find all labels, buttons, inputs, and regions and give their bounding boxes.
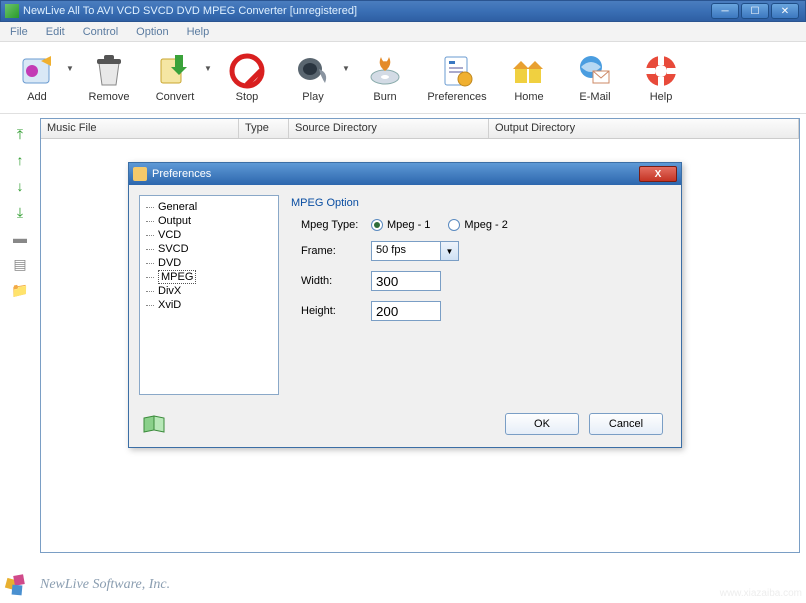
tree-dvd[interactable]: DVD <box>142 256 276 270</box>
tree-divx[interactable]: DivX <box>142 284 276 298</box>
toolbar-add-label: Add <box>27 91 47 103</box>
width-input[interactable] <box>371 271 441 291</box>
toolbar-add[interactable]: Add <box>6 53 68 103</box>
radio-mpeg1[interactable]: Mpeg - 1 <box>371 219 430 231</box>
toolbar-stop-label: Stop <box>236 91 259 103</box>
preferences-icon <box>439 53 475 89</box>
toolbar-remove[interactable]: Remove <box>78 53 140 103</box>
toolbar-help[interactable]: Help <box>630 53 692 103</box>
tree-vcd[interactable]: VCD <box>142 228 276 242</box>
ok-button[interactable]: OK <box>505 413 579 435</box>
cancel-button[interactable]: Cancel <box>589 413 663 435</box>
help-book-icon[interactable] <box>143 415 165 433</box>
convert-icon <box>157 53 193 89</box>
menu-option[interactable]: Option <box>130 24 174 40</box>
toolbar-preferences[interactable]: Preferences <box>420 53 494 103</box>
menu-edit[interactable]: Edit <box>40 24 71 40</box>
preferences-dialog: Preferences X General Output VCD SVCD DV… <box>128 162 682 448</box>
tree-general[interactable]: General <box>142 200 276 214</box>
maximize-button[interactable]: ☐ <box>741 3 769 19</box>
column-type[interactable]: Type <box>239 119 289 138</box>
move-bottom-icon[interactable]: ⤓ <box>12 204 28 220</box>
toolbar-home-label: Home <box>514 91 543 103</box>
toolbar-help-label: Help <box>650 91 673 103</box>
home-icon <box>511 53 547 89</box>
toolbar-remove-label: Remove <box>89 91 130 103</box>
menu-control[interactable]: Control <box>77 24 124 40</box>
dialog-icon <box>133 167 147 181</box>
column-music-file[interactable]: Music File <box>41 119 239 138</box>
email-icon <box>577 53 613 89</box>
company-name: NewLive Software, Inc. <box>40 577 170 593</box>
column-source-directory[interactable]: Source Directory <box>289 119 489 138</box>
mpeg-type-label: Mpeg Type: <box>291 219 371 231</box>
toolbar-home[interactable]: Home <box>498 53 560 103</box>
radio-mpeg2[interactable]: Mpeg - 2 <box>448 219 507 231</box>
dialog-close-button[interactable]: X <box>639 166 677 182</box>
move-top-icon[interactable]: ⤒ <box>12 126 28 142</box>
page-icon[interactable]: ▬ <box>12 230 28 246</box>
frame-combo[interactable]: 50 fps ▼ <box>371 241 459 261</box>
menu-file[interactable]: File <box>4 24 34 40</box>
play-icon <box>295 53 331 89</box>
radio-mpeg1-label: Mpeg - 1 <box>387 219 430 231</box>
footer: NewLive Software, Inc. <box>4 571 170 599</box>
app-icon <box>5 4 19 18</box>
stop-icon <box>229 53 265 89</box>
add-icon <box>19 53 55 89</box>
menu-help[interactable]: Help <box>181 24 216 40</box>
watermark: www.xiazaiba.com <box>720 588 802 599</box>
dropdown-icon[interactable]: ▼ <box>66 64 74 73</box>
window-title: NewLive All To AVI VCD SVCD DVD MPEG Con… <box>23 5 357 17</box>
toolbar-stop[interactable]: Stop <box>216 53 278 103</box>
height-input[interactable] <box>371 301 441 321</box>
menubar: File Edit Control Option Help <box>0 22 806 42</box>
group-title: MPEG Option <box>291 197 671 209</box>
toolbar-play-label: Play <box>302 91 323 103</box>
frame-label: Frame: <box>291 245 371 257</box>
radio-mpeg2-label: Mpeg - 2 <box>464 219 507 231</box>
dialog-title-text: Preferences <box>152 168 211 180</box>
toolbar-play[interactable]: Play <box>282 53 344 103</box>
preferences-panel: MPEG Option Mpeg Type: Mpeg - 1 Mpeg - 2… <box>291 195 671 399</box>
radio-icon <box>371 219 383 231</box>
toolbar-preferences-label: Preferences <box>427 91 486 103</box>
table-header: Music File Type Source Directory Output … <box>41 119 799 139</box>
close-button[interactable]: ✕ <box>771 3 799 19</box>
height-label: Height: <box>291 305 371 317</box>
folder-icon[interactable]: 📁 <box>12 282 28 298</box>
toolbar-burn[interactable]: Burn <box>354 53 416 103</box>
minimize-button[interactable]: ─ <box>711 3 739 19</box>
move-down-icon[interactable]: ↓ <box>12 178 28 194</box>
tree-mpeg[interactable]: MPEG <box>142 270 276 284</box>
side-toolbar: ⤒ ↑ ↓ ⤓ ▬ ▤ 📁 <box>6 126 34 298</box>
toolbar-convert[interactable]: Convert <box>144 53 206 103</box>
frame-value: 50 fps <box>372 242 440 260</box>
toolbar: Add ▼ Remove Convert ▼ Stop Play <box>0 42 806 114</box>
preferences-tree[interactable]: General Output VCD SVCD DVD MPEG DivX Xv… <box>139 195 279 395</box>
move-up-icon[interactable]: ↑ <box>12 152 28 168</box>
main-titlebar: NewLive All To AVI VCD SVCD DVD MPEG Con… <box>0 0 806 22</box>
radio-icon <box>448 219 460 231</box>
help-icon <box>643 53 679 89</box>
dropdown-icon[interactable]: ▼ <box>204 64 212 73</box>
dialog-titlebar: Preferences X <box>129 163 681 185</box>
dropdown-icon[interactable]: ▼ <box>342 64 350 73</box>
toolbar-burn-label: Burn <box>373 91 396 103</box>
chevron-down-icon[interactable]: ▼ <box>440 242 458 260</box>
tree-svcd[interactable]: SVCD <box>142 242 276 256</box>
remove-icon <box>91 53 127 89</box>
column-output-directory[interactable]: Output Directory <box>489 119 799 138</box>
toolbar-email-label: E-Mail <box>579 91 610 103</box>
document-icon[interactable]: ▤ <box>12 256 28 272</box>
company-logo-icon <box>4 571 32 599</box>
tree-xvid[interactable]: XviD <box>142 298 276 312</box>
burn-icon <box>367 53 403 89</box>
tree-output[interactable]: Output <box>142 214 276 228</box>
width-label: Width: <box>291 275 371 287</box>
toolbar-email[interactable]: E-Mail <box>564 53 626 103</box>
toolbar-convert-label: Convert <box>156 91 195 103</box>
